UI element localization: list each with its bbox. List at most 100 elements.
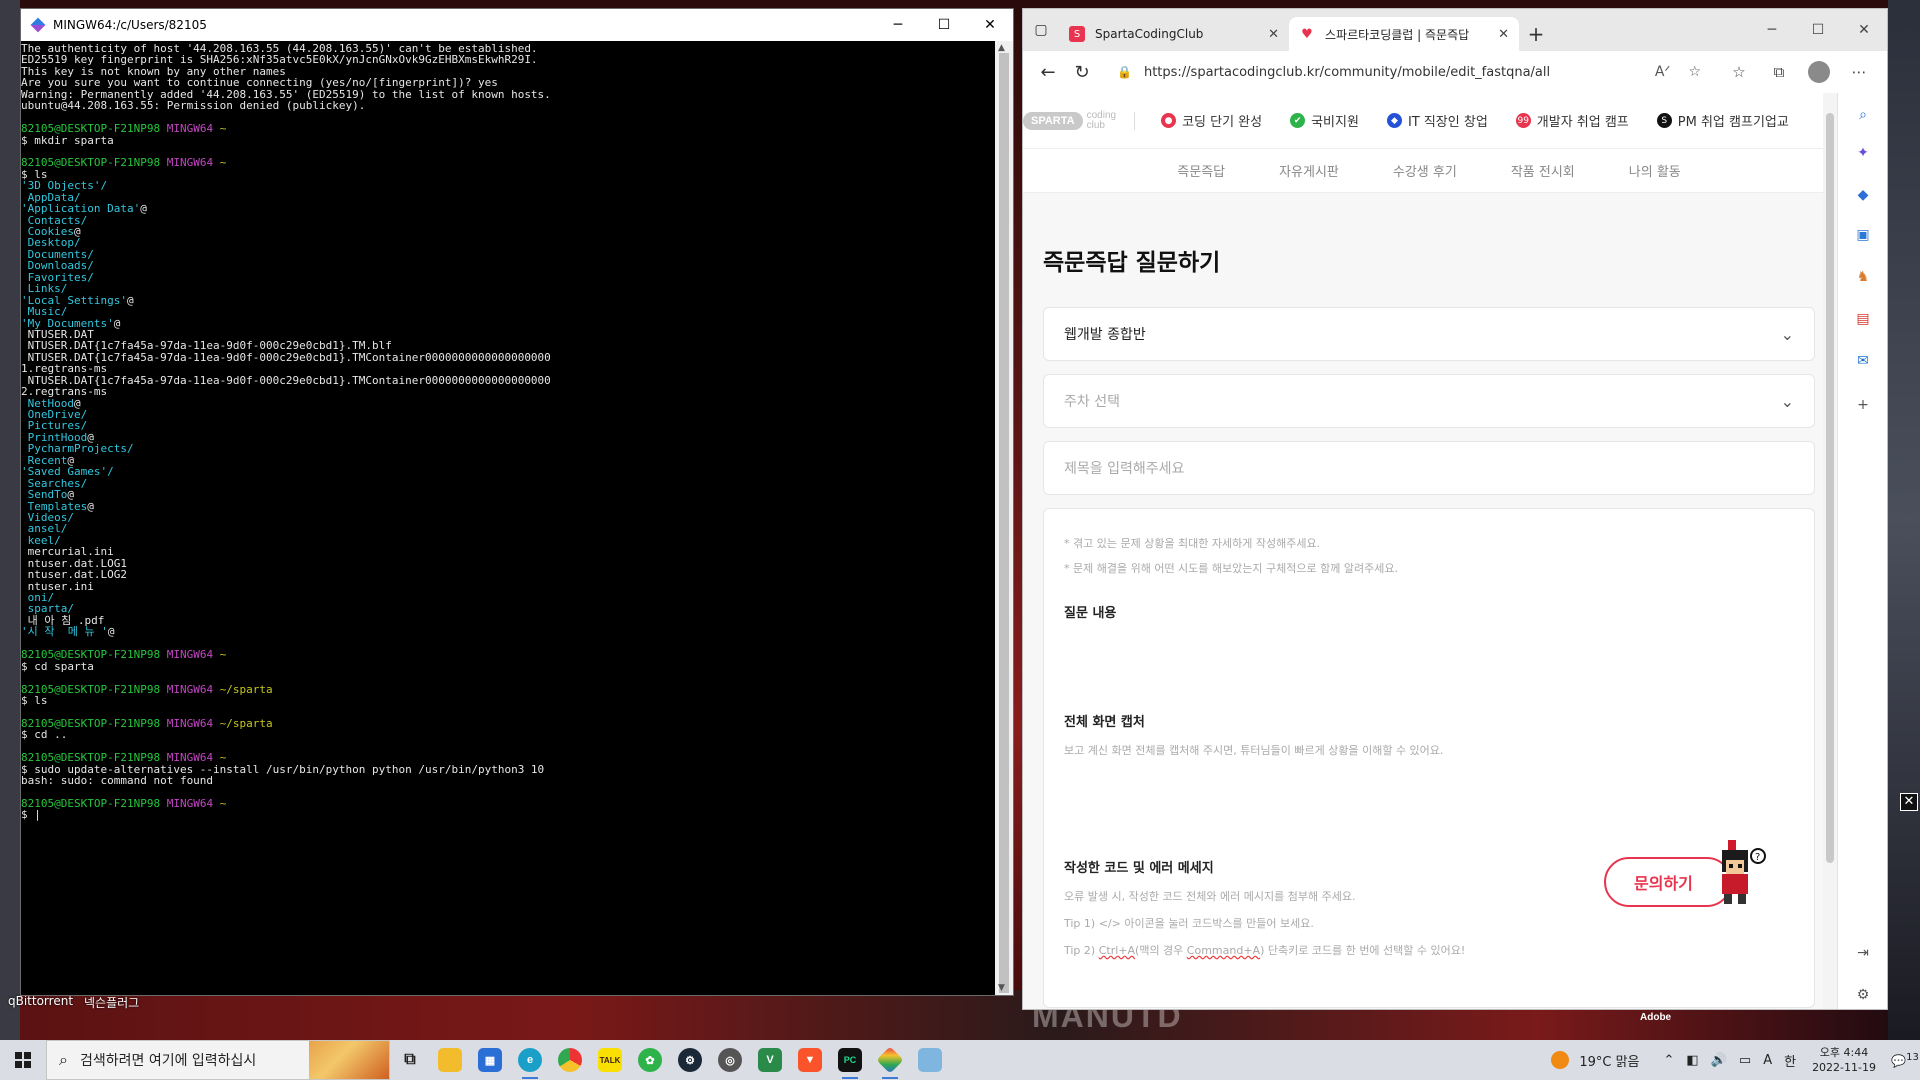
- subnav-my-activity[interactable]: 나의 활동: [1629, 161, 1681, 180]
- terminal-line: ansel/: [21, 523, 995, 534]
- display-icon[interactable]: ▭: [1739, 1053, 1751, 1068]
- discover-icon[interactable]: ✦: [1851, 141, 1875, 165]
- terminal-line: $ |: [21, 809, 995, 820]
- ime-language-indicator[interactable]: 한: [1784, 1051, 1796, 1070]
- ime-mode-indicator[interactable]: A: [1763, 1053, 1772, 1068]
- tab-actions-icon[interactable]: ▢: [1023, 9, 1059, 51]
- taskbar-explorer[interactable]: [430, 1040, 470, 1080]
- close-button[interactable]: ✕: [1841, 9, 1887, 51]
- subnav-reviews[interactable]: 수강생 후기: [1393, 161, 1457, 180]
- steam-icon: ⚙: [678, 1048, 702, 1072]
- taskbar-brave[interactable]: ▼: [790, 1040, 830, 1080]
- volume-icon[interactable]: 🔊: [1711, 1053, 1727, 1068]
- nav-label-enterprise[interactable]: 기업교: [1753, 111, 1789, 130]
- subnav-free-board[interactable]: 자유게시판: [1279, 161, 1339, 180]
- nav-gov-support[interactable]: ✔ 국비지원: [1290, 111, 1359, 130]
- more-menu-icon[interactable]: ⋯: [1839, 56, 1879, 88]
- terminal-line: Templates@: [21, 500, 995, 512]
- terminal-window[interactable]: MINGW64:/c/Users/82105 ─ ☐ ✕ The authent…: [20, 8, 1014, 996]
- taskbar-app-blue[interactable]: [910, 1040, 950, 1080]
- url-text[interactable]: https://spartacodingclub.kr/community/mo…: [1144, 65, 1637, 80]
- subnav-fastqna[interactable]: 즉문즉답: [1177, 161, 1225, 180]
- scroll-up-icon[interactable]: ▲: [998, 43, 1005, 53]
- tab-fastqna[interactable]: ♥ 스파르타코딩클럽 | 즉문즉답 ✕: [1289, 17, 1519, 51]
- question-editor[interactable]: * 겪고 있는 문제 상황을 최대한 자세하게 작성해주세요. * 문제 해결을…: [1043, 508, 1815, 1008]
- taskbar-kakaotalk[interactable]: TALK: [590, 1040, 630, 1080]
- search-icon[interactable]: ⌕: [1851, 103, 1875, 127]
- terminal-output[interactable]: The authenticity of host '44.208.163.55 …: [21, 41, 995, 995]
- terminal-line: keel/: [21, 535, 995, 546]
- office-icon[interactable]: ▤: [1851, 307, 1875, 331]
- favorite-star-icon[interactable]: ☆: [1688, 64, 1701, 80]
- favorites-icon[interactable]: ☆: [1719, 56, 1759, 88]
- weather-widget[interactable]: 19°C 맑음: [1551, 1051, 1640, 1070]
- back-arrow-icon[interactable]: ←: [1031, 56, 1065, 88]
- network-icon[interactable]: ◧: [1686, 1053, 1698, 1068]
- sparta-logo[interactable]: SPARTA coding club: [1023, 110, 1116, 131]
- course-select[interactable]: 웹개발 종합반 ⌄: [1043, 307, 1815, 361]
- close-icon[interactable]: ✕: [1900, 793, 1918, 811]
- read-aloud-icon[interactable]: Aᐟ: [1655, 64, 1671, 80]
- lock-icon[interactable]: 🔒: [1117, 65, 1132, 79]
- hint-text: * 문제 해결을 위해 어떤 시도를 해보았는지 구체적으로 함께 알려주세요.: [1064, 562, 1398, 575]
- scrollbar-thumb[interactable]: [999, 53, 1009, 993]
- taskbar-chrome[interactable]: [550, 1040, 590, 1080]
- chevron-up-icon[interactable]: ⌃: [1664, 1053, 1675, 1068]
- shopping-tag-icon[interactable]: ◆: [1851, 183, 1875, 207]
- terminal-line: ntuser.dat.LOG2: [21, 569, 995, 580]
- tab-close-icon[interactable]: ✕: [1268, 27, 1279, 42]
- start-button[interactable]: [0, 1040, 46, 1080]
- desktop-label-qbittorrent[interactable]: qBittorrent: [8, 994, 73, 1008]
- taskbar-git-bash[interactable]: [870, 1040, 910, 1080]
- taskbar-search[interactable]: ⌕ 검색하려면 여기에 입력하십시: [46, 1040, 390, 1080]
- new-tab-button[interactable]: +: [1519, 17, 1553, 51]
- taskbar-app-green[interactable]: ✿: [630, 1040, 670, 1080]
- terminal-line: ntuser.dat.LOG1: [21, 557, 995, 569]
- maximize-button[interactable]: ☐: [921, 9, 967, 41]
- tools-icon[interactable]: ▣: [1851, 223, 1875, 247]
- avatar[interactable]: [1808, 61, 1830, 83]
- scrollbar-thumb[interactable]: [1826, 113, 1834, 863]
- nav-dev-camp[interactable]: 99 개발자 취업 캠프: [1515, 111, 1629, 130]
- nav-coding-short[interactable]: ● 코딩 단기 완성: [1161, 111, 1262, 130]
- tab-spartacodingclub[interactable]: S SpartaCodingClub ✕: [1059, 17, 1289, 51]
- url-field[interactable]: 🔒 https://spartacodingclub.kr/community/…: [1107, 56, 1711, 88]
- chevron-down-icon[interactable]: ⌄: [1781, 392, 1794, 411]
- minimize-button[interactable]: ─: [1749, 9, 1795, 51]
- close-button[interactable]: ✕: [967, 9, 1013, 41]
- taskbar-pycharm[interactable]: PC: [830, 1040, 870, 1080]
- scroll-down-icon[interactable]: ▼: [998, 983, 1005, 993]
- refresh-icon[interactable]: ↻: [1065, 56, 1099, 88]
- tab-close-icon[interactable]: ✕: [1498, 27, 1509, 42]
- terminal-text: $ cd sparta: [21, 659, 94, 673]
- title-input[interactable]: 제목을 입력해주세요: [1043, 441, 1815, 495]
- gear-icon[interactable]: ⚙: [1851, 983, 1875, 1007]
- collections-icon[interactable]: ⧉: [1759, 56, 1799, 88]
- notification-button[interactable]: 💬13: [1890, 1052, 1920, 1068]
- week-select[interactable]: 주차 선택 ⌄: [1043, 374, 1815, 428]
- taskbar-vim[interactable]: V: [750, 1040, 790, 1080]
- taskbar-store[interactable]: ▦: [470, 1040, 510, 1080]
- taskbar-steam[interactable]: ⚙: [670, 1040, 710, 1080]
- terminal-scrollbar[interactable]: ▲ ▼: [995, 41, 1013, 995]
- sparta-mascot-icon[interactable]: ?: [1712, 840, 1766, 910]
- taskbar-overwatch[interactable]: ◎: [710, 1040, 750, 1080]
- games-icon[interactable]: ♞: [1851, 265, 1875, 289]
- terminal-titlebar[interactable]: MINGW64:/c/Users/82105 ─ ☐ ✕: [21, 9, 1013, 41]
- nav-it-startup[interactable]: ◆ IT 직장인 창업: [1386, 111, 1488, 130]
- nav-label: 개발자 취업 캠프: [1536, 115, 1629, 130]
- subnav-showcase[interactable]: 작품 전시회: [1511, 161, 1575, 180]
- nav-pm-camp[interactable]: S PM 취업 캠프 기업교: [1656, 111, 1789, 130]
- panel-toggle-icon[interactable]: ⇥: [1851, 941, 1875, 965]
- desktop-label-nexon-plug[interactable]: 넥슨플러그: [84, 994, 139, 1011]
- add-icon[interactable]: +: [1851, 393, 1875, 417]
- task-view-button[interactable]: ⧉: [390, 1040, 430, 1080]
- maximize-button[interactable]: ☐: [1795, 9, 1841, 51]
- chevron-down-icon[interactable]: ⌄: [1781, 325, 1794, 344]
- minimize-button[interactable]: ─: [875, 9, 921, 41]
- taskbar-edge[interactable]: e: [510, 1040, 550, 1080]
- clock[interactable]: 오후 4:44 2022-11-19: [1812, 1045, 1876, 1075]
- terminal-line: '3D Objects'/: [21, 180, 995, 191]
- outlook-icon[interactable]: ✉: [1851, 349, 1875, 373]
- page-scrollbar[interactable]: [1823, 93, 1837, 1009]
